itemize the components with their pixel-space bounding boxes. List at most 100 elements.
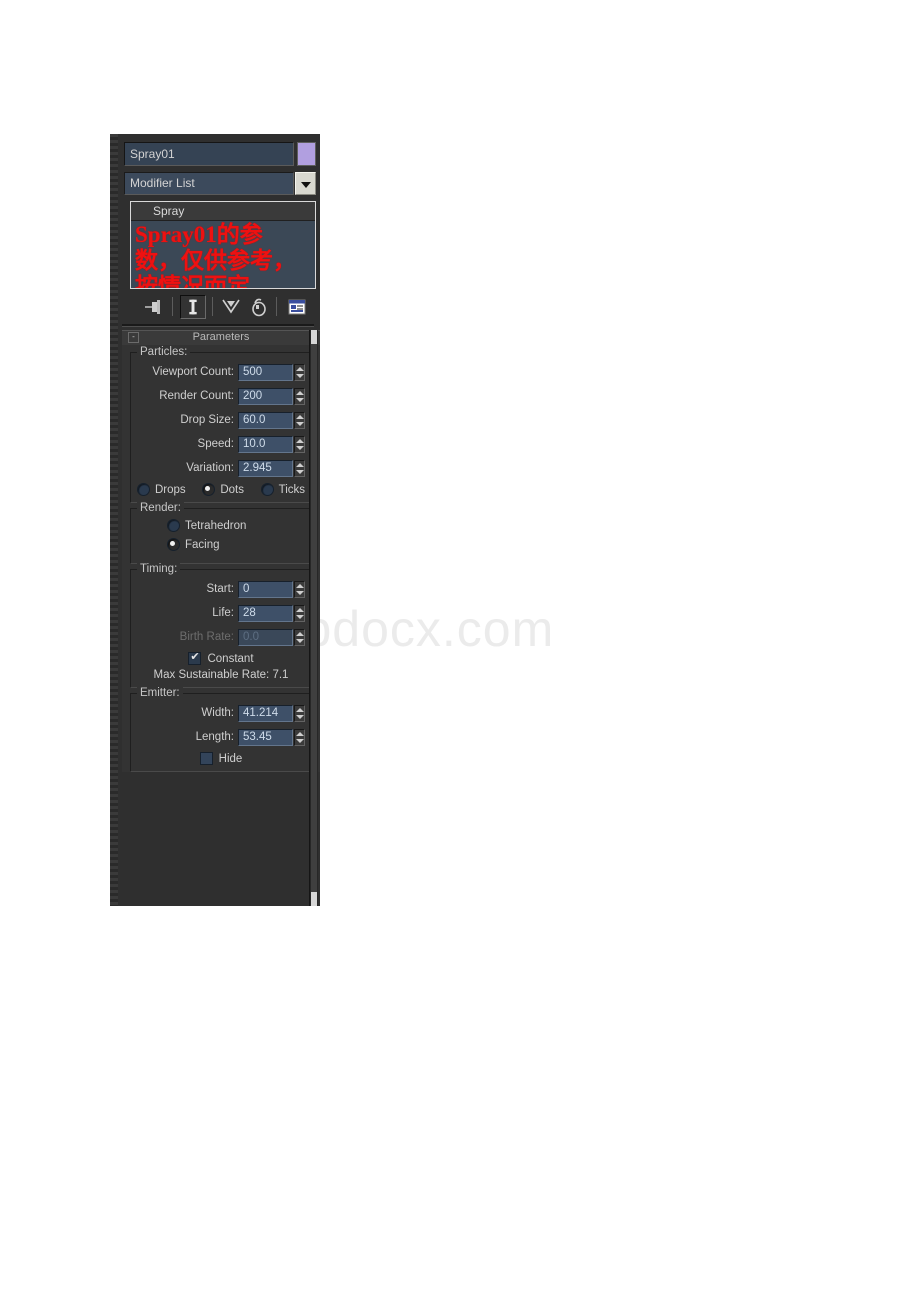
spinner-speed[interactable] bbox=[294, 435, 305, 453]
show-end-result-icon[interactable] bbox=[180, 295, 206, 319]
group-timing: Timing: Start: 0 Life: 28 Birth Rate: 0.… bbox=[130, 563, 312, 688]
panel-divider bbox=[122, 324, 314, 327]
field-row-start: Start: 0 bbox=[137, 580, 305, 598]
spinner-life[interactable] bbox=[294, 604, 305, 622]
modifier-list-select[interactable]: Modifier List bbox=[124, 172, 294, 195]
input-drop-size[interactable]: 60.0 bbox=[238, 411, 293, 429]
label-start: Start: bbox=[206, 583, 234, 595]
label-birth-rate: Birth Rate: bbox=[179, 631, 234, 643]
input-life[interactable]: 28 bbox=[238, 604, 293, 622]
radio-dot-dots bbox=[202, 483, 216, 496]
input-width[interactable]: 41.214 bbox=[238, 704, 293, 722]
max-sustainable-rate-text: Max Sustainable Rate: 7.1 bbox=[153, 669, 289, 681]
parameters-rollout: - Parameters Particles: Viewport Count: … bbox=[122, 330, 320, 906]
spinner-length[interactable] bbox=[294, 728, 305, 746]
input-speed[interactable]: 10.0 bbox=[238, 435, 293, 453]
input-start[interactable]: 0 bbox=[238, 580, 293, 598]
modifier-stack-item-spray[interactable]: Spray bbox=[131, 202, 315, 221]
radio-tetrahedron[interactable]: Tetrahedron bbox=[167, 519, 305, 532]
spinner-start[interactable] bbox=[294, 580, 305, 598]
spinner-render-count[interactable] bbox=[294, 387, 305, 405]
radio-ticks[interactable]: Ticks bbox=[260, 483, 305, 496]
panel-vertical-scrollbar[interactable] bbox=[309, 330, 318, 906]
label-speed: Speed: bbox=[197, 438, 234, 450]
radio-dot-ticks bbox=[260, 483, 274, 496]
spinner-birth-rate bbox=[294, 628, 305, 646]
scrollbar-thumb-top[interactable] bbox=[311, 330, 317, 344]
group-label-particles: Particles: bbox=[137, 346, 191, 358]
spinner-viewport-count[interactable] bbox=[294, 363, 305, 381]
input-birth-rate: 0.0 bbox=[238, 628, 293, 646]
input-variation[interactable]: 2.945 bbox=[238, 459, 293, 477]
modifier-list-row: Modifier List bbox=[124, 172, 316, 195]
spinner-width[interactable] bbox=[294, 704, 305, 722]
panel-content: Spray01 Modifier List Spray Spray01的参 数，… bbox=[118, 134, 320, 906]
checkbox-constant[interactable] bbox=[188, 650, 202, 665]
remove-modifier-icon[interactable] bbox=[246, 295, 272, 319]
radio-label-ticks: Ticks bbox=[278, 483, 305, 496]
group-particles: Particles: Viewport Count: 500 Render Co… bbox=[130, 346, 312, 503]
label-render-count: Render Count: bbox=[159, 390, 234, 402]
field-row-render-count: Render Count: 200 bbox=[137, 387, 305, 405]
checkbox-hide[interactable] bbox=[199, 752, 213, 765]
pin-stack-icon[interactable] bbox=[142, 295, 168, 319]
rollout-body: Particles: Viewport Count: 500 Render Co… bbox=[122, 345, 320, 772]
label-drop-size: Drop Size: bbox=[180, 414, 234, 426]
input-length[interactable]: 53.45 bbox=[238, 728, 293, 746]
group-label-emitter: Emitter: bbox=[137, 687, 183, 699]
make-unique-icon[interactable] bbox=[218, 295, 244, 319]
field-row-life: Life: 28 bbox=[137, 604, 305, 622]
radio-dot-tetrahedron bbox=[167, 519, 180, 532]
field-row-drop-size: Drop Size: 60.0 bbox=[137, 411, 305, 429]
checkbox-row-constant: Constant bbox=[137, 650, 305, 665]
radio-label-dots: Dots bbox=[220, 483, 244, 496]
label-life: Life: bbox=[212, 607, 234, 619]
checkbox-label-constant: Constant bbox=[207, 652, 254, 665]
chevron-down-icon bbox=[300, 181, 311, 188]
modifier-stack-list[interactable]: Spray Spray01的参 数，仅供参考， 按情况而定。 bbox=[130, 201, 316, 289]
object-name-input[interactable]: Spray01 bbox=[124, 142, 294, 166]
input-viewport-count[interactable]: 500 bbox=[238, 363, 293, 381]
rollout-title-text: Parameters bbox=[192, 331, 250, 343]
red-annotation-overlay: Spray01的参 数，仅供参考， 按情况而定。 bbox=[135, 222, 313, 289]
checkbox-row-hide: Hide bbox=[137, 752, 305, 765]
scrollbar-thumb-bottom[interactable] bbox=[311, 892, 317, 906]
radio-drops[interactable]: Drops bbox=[137, 483, 186, 496]
annotation-line-3: 按情况而定。 bbox=[135, 274, 273, 289]
radio-label-tetrahedron: Tetrahedron bbox=[185, 519, 247, 532]
configure-sets-icon[interactable] bbox=[284, 295, 310, 319]
label-width: Width: bbox=[201, 707, 234, 719]
render-type-radio-group: Tetrahedron Facing bbox=[137, 519, 305, 551]
field-row-length: Length: 53.45 bbox=[137, 728, 305, 746]
toolbar-separator-3 bbox=[276, 297, 277, 316]
toolbar-separator-2 bbox=[212, 297, 213, 316]
modifier-stack-toolbar bbox=[130, 294, 316, 320]
modifier-list-dropdown-button[interactable] bbox=[295, 172, 316, 195]
rollout-header-parameters[interactable]: - Parameters bbox=[122, 330, 320, 345]
spinner-variation[interactable] bbox=[294, 459, 305, 477]
input-render-count[interactable]: 200 bbox=[238, 387, 293, 405]
group-label-timing: Timing: bbox=[137, 563, 181, 575]
radio-dot-facing bbox=[167, 538, 180, 551]
panel-left-rail bbox=[110, 134, 118, 906]
annotation-line-2: 数，仅供参考， bbox=[135, 248, 296, 273]
radio-dots[interactable]: Dots bbox=[202, 483, 244, 496]
radio-label-facing: Facing bbox=[185, 538, 220, 551]
group-label-render: Render: bbox=[137, 502, 184, 514]
label-viewport-count: Viewport Count: bbox=[152, 366, 234, 378]
field-row-width: Width: 41.214 bbox=[137, 704, 305, 722]
group-render: Render: Tetrahedron Facing bbox=[130, 502, 312, 564]
spinner-drop-size[interactable] bbox=[294, 411, 305, 429]
radio-label-drops: Drops bbox=[155, 483, 186, 496]
modify-command-panel: Spray01 Modifier List Spray Spray01的参 数，… bbox=[110, 134, 320, 906]
label-length: Length: bbox=[195, 731, 234, 743]
checkbox-label-hide: Hide bbox=[218, 752, 243, 765]
particle-type-radio-group: Drops Dots Ticks bbox=[137, 483, 305, 496]
collapse-toggle-icon[interactable]: - bbox=[128, 332, 139, 343]
object-color-swatch[interactable] bbox=[297, 142, 316, 166]
radio-dot-drops bbox=[137, 483, 150, 496]
radio-facing[interactable]: Facing bbox=[167, 538, 305, 551]
scrollbar-track[interactable] bbox=[311, 344, 317, 892]
toolbar-separator-1 bbox=[172, 297, 173, 316]
label-variation: Variation: bbox=[186, 462, 234, 474]
